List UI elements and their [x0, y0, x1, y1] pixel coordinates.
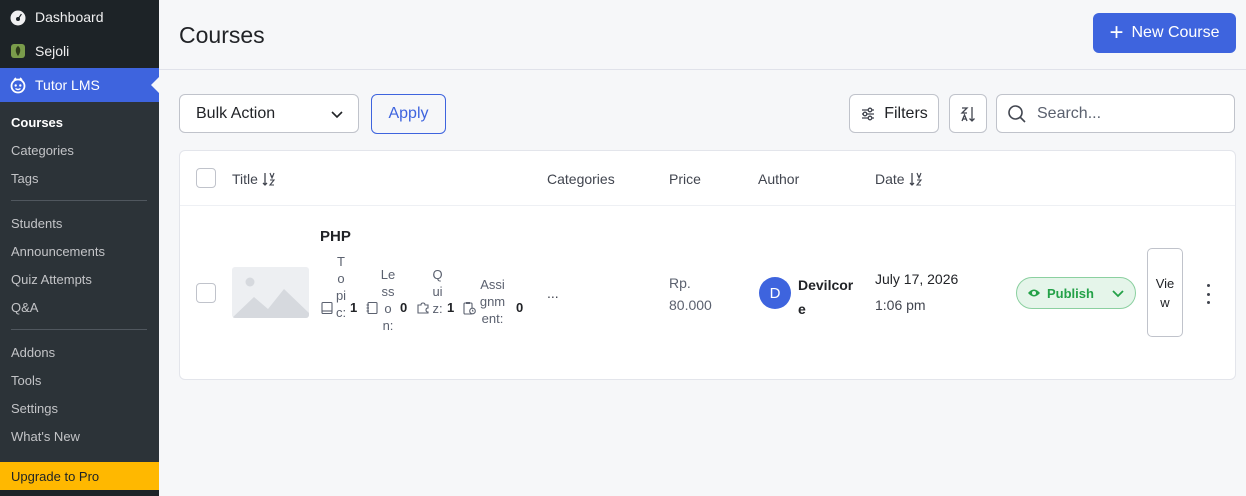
eye-icon: [1028, 289, 1040, 297]
sidebar-item-categories[interactable]: Categories: [0, 136, 159, 164]
admin-sidebar: Dashboard Sejoli Tutor LMS Courses Categ…: [0, 0, 159, 496]
course-categories: ...: [547, 285, 559, 301]
column-price: Price: [669, 171, 701, 187]
gauge-icon: [9, 8, 27, 26]
sidebar-item-settings[interactable]: Settings: [0, 394, 159, 422]
sidebar-item-courses[interactable]: Courses: [0, 108, 159, 136]
assignment-count: 0: [516, 300, 524, 315]
upgrade-to-pro-link[interactable]: Upgrade to Pro: [0, 462, 159, 490]
search-input[interactable]: [1037, 104, 1227, 123]
column-label: Date: [875, 171, 905, 187]
more-options-icon[interactable]: [1202, 284, 1214, 304]
sidebar-item-addons[interactable]: Addons: [0, 338, 159, 366]
puzzle-icon: [417, 302, 429, 314]
sort-az-icon: [909, 172, 922, 186]
bulk-action-select[interactable]: Bulk Action: [179, 94, 359, 133]
sidebar-item-label: Tutor LMS: [35, 77, 100, 93]
sidebar-item-whats-new[interactable]: What's New: [0, 422, 159, 450]
course-title-link[interactable]: PHP: [320, 228, 351, 245]
lesson-count: 0: [400, 300, 408, 315]
author-name[interactable]: Devilcore: [798, 273, 854, 321]
sidebar-item-quiz-attempts[interactable]: Quiz Attempts: [0, 265, 159, 293]
sidebar-item-announcements[interactable]: Announcements: [0, 237, 159, 265]
sort-icon: [960, 106, 975, 122]
quiz-count: 1: [447, 300, 455, 315]
status-select[interactable]: Publish: [1016, 277, 1136, 309]
page-title: Courses: [179, 22, 265, 48]
new-course-label: New Course: [1131, 24, 1220, 41]
column-author: Author: [758, 171, 800, 187]
course-time: 1:06 pm: [875, 297, 926, 313]
column-label: Title: [232, 171, 258, 187]
topic-count: 1: [350, 300, 358, 315]
column-date[interactable]: Date: [875, 171, 923, 187]
sidebar-item-students[interactable]: Students: [0, 209, 159, 237]
status-label: Publish: [1047, 285, 1094, 301]
tutor-submenu: Courses Categories Tags Students Announc…: [0, 102, 159, 487]
plus-icon: +: [1109, 19, 1124, 46]
image-placeholder-icon: [232, 277, 309, 318]
chevron-down-icon: [331, 110, 343, 118]
courses-table: Title Categories Price Author Date PHP T…: [179, 150, 1236, 380]
bulk-action-label: Bulk Action: [196, 104, 276, 122]
quiz-label: Quiz:: [432, 267, 443, 316]
assignment-label: Assignment:: [479, 277, 506, 326]
sidebar-item-tools[interactable]: Tools: [0, 366, 159, 394]
chevron-down-icon: [1112, 290, 1124, 298]
filters-button[interactable]: Filters: [849, 94, 939, 133]
sidebar-divider: [11, 329, 147, 330]
filters-label: Filters: [884, 104, 928, 122]
apply-button[interactable]: Apply: [371, 94, 446, 134]
tutor-icon: [9, 76, 27, 94]
course-thumbnail[interactable]: [232, 267, 309, 318]
lesson-label: Lesson:: [380, 267, 396, 333]
notebook-icon: [366, 301, 378, 315]
sidebar-item-label: Sejoli: [35, 43, 70, 59]
search-box: [996, 94, 1235, 133]
table-header: Title Categories Price Author Date: [180, 151, 1235, 206]
sidebar-item-qa[interactable]: Q&A: [0, 293, 159, 321]
sidebar-item-tutor-lms[interactable]: Tutor LMS: [0, 68, 159, 102]
clipboard-clock-icon: [463, 302, 476, 315]
sidebar-divider: [11, 200, 147, 201]
page-header: Courses + New Course: [159, 0, 1246, 70]
book-icon: [321, 301, 333, 315]
avatar: D: [759, 277, 791, 309]
list-toolbar: Bulk Action Apply Filters: [179, 94, 1235, 134]
column-title[interactable]: Title: [232, 171, 276, 187]
sliders-icon: [862, 107, 875, 120]
course-price: Rp. 80.000: [669, 275, 712, 313]
sort-order-button[interactable]: [949, 94, 987, 133]
column-categories: Categories: [547, 171, 615, 187]
search-icon: [1008, 104, 1026, 123]
sidebar-item-dashboard[interactable]: Dashboard: [0, 0, 159, 34]
sidebar-item-label: Dashboard: [35, 9, 104, 25]
view-course-button[interactable]: View: [1147, 248, 1183, 337]
sidebar-item-sejoli[interactable]: Sejoli: [0, 34, 159, 68]
topic-label: Topic:: [335, 254, 347, 320]
course-date: July 17, 2026: [875, 271, 959, 287]
select-all-checkbox[interactable]: [196, 168, 216, 188]
new-course-button[interactable]: + New Course: [1093, 13, 1236, 53]
sidebar-item-tags[interactable]: Tags: [0, 164, 159, 192]
sort-az-icon: [262, 172, 276, 186]
row-checkbox[interactable]: [196, 283, 216, 303]
sejoli-icon: [9, 42, 27, 60]
